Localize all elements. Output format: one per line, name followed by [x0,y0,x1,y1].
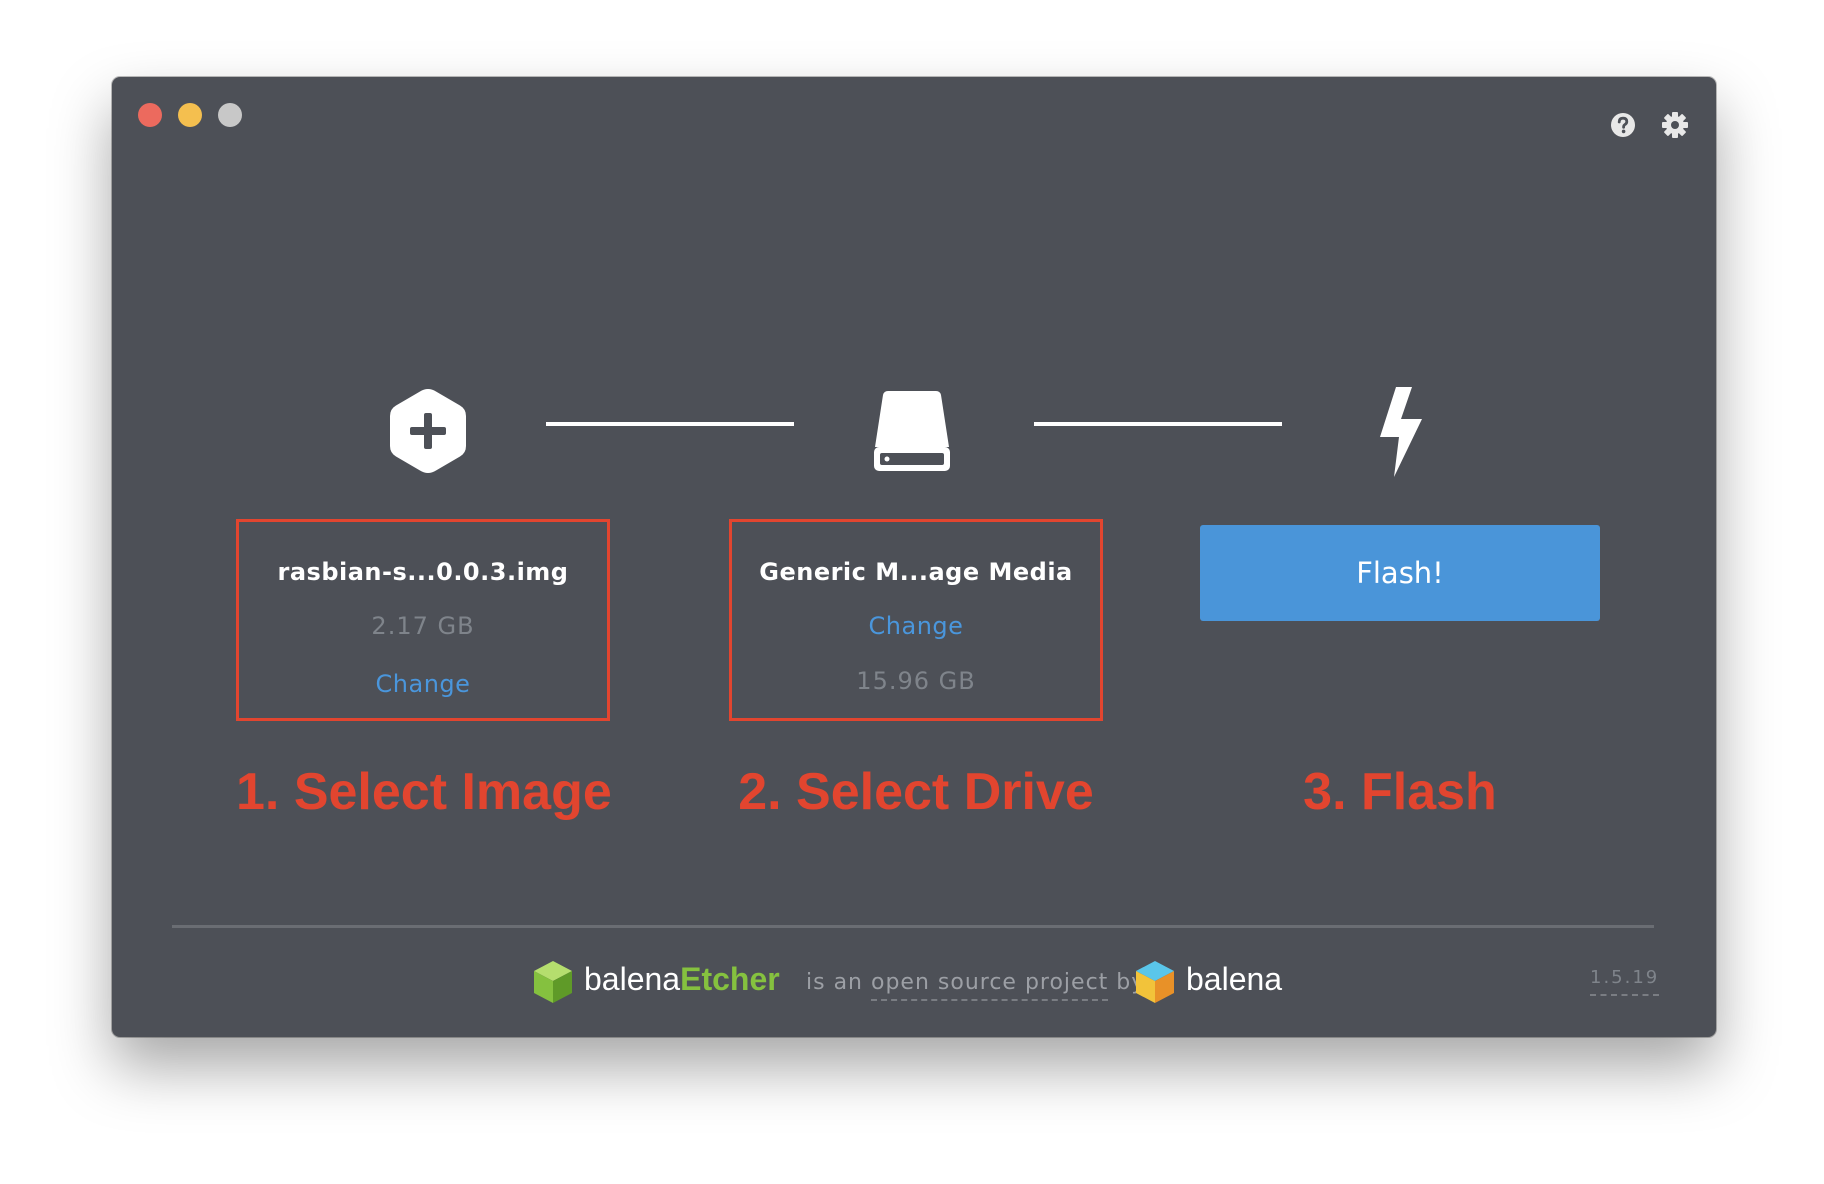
balena-wordmark[interactable]: balena [1186,961,1282,998]
footer-divider [172,925,1654,928]
open-source-note: is an open source project by [806,970,1145,1001]
step-label-select-image: 1. Select Image [236,763,612,821]
change-drive-link[interactable]: Change [732,612,1100,640]
etcher-cube-logo[interactable] [532,959,574,1005]
step-label-select-drive: 2. Select Drive [738,763,1094,821]
drive-name: Generic M...age Media [759,558,1073,586]
maximize-window-button[interactable] [218,103,242,127]
image-file-size: 2.17 GB [371,612,475,640]
lightning-icon [1380,387,1422,477]
help-icon[interactable] [1609,111,1637,139]
close-window-button[interactable] [138,103,162,127]
drive-selection-box: Generic M...age Media Change 15.96 GB [729,519,1103,721]
image-file-name: rasbian-s...0.0.3.img [277,558,569,586]
balena-cube-logo[interactable] [1134,959,1176,1005]
minimize-window-button[interactable] [178,103,202,127]
drive-size: 15.96 GB [856,667,976,695]
drive-icon[interactable] [862,381,962,481]
open-source-project-link[interactable]: open source project [871,970,1109,1001]
balena-etcher-wordmark[interactable]: balenaEtcher [584,961,780,998]
change-image-link[interactable]: Change [239,670,607,698]
version-label[interactable]: 1.5.19 [1590,967,1660,996]
step-label-flash: 3. Flash [1303,763,1497,821]
step-connector-2 [1034,422,1282,426]
plus-hexagon-icon[interactable] [378,381,478,481]
step-connector-1 [546,422,794,426]
etcher-brand-prefix: balena [584,961,681,997]
open-source-prefix: is an [806,970,871,995]
image-selection-box: rasbian-s...0.0.3.img 2.17 GB Change [236,519,610,721]
etcher-window: rasbian-s...0.0.3.img 2.17 GB Change Gen… [112,77,1716,1037]
flash-button[interactable]: Flash! [1200,525,1600,621]
gear-icon[interactable] [1661,111,1689,139]
etcher-brand-suffix: Etcher [680,961,780,997]
